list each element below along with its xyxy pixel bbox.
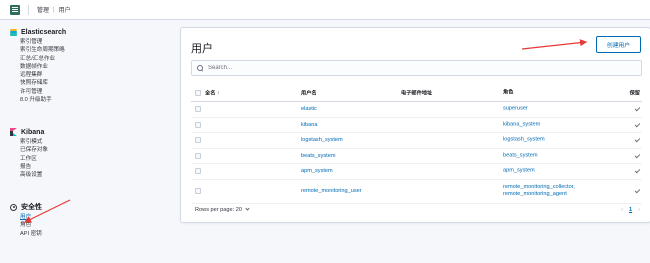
table-row: remote_monitoring_user remote_monitoring… xyxy=(191,180,642,204)
page-title: 用户 xyxy=(191,43,213,55)
pagination-next-button[interactable]: › xyxy=(638,207,640,213)
sidebar-item-roles[interactable]: 角色 xyxy=(10,221,42,229)
sidebar-section-elasticsearch: Elasticsearch 索引管理 索引生命周期策略 汇总/汇总作业 数据帧作… xyxy=(10,27,66,104)
menu-icon[interactable] xyxy=(10,4,20,15)
role-link[interactable]: beats_system xyxy=(503,152,538,159)
role-link[interactable]: kibana_system xyxy=(503,121,540,128)
top-bar: 管理 | 用户 xyxy=(0,0,650,20)
column-header-username[interactable]: 用户名 xyxy=(301,89,317,96)
divider xyxy=(28,4,29,15)
pagination: ‹ 1 › xyxy=(621,207,640,213)
sidebar-section-kibana: Kibana 索引模式 已保存对象 工作区 报告 高级设置 xyxy=(10,127,48,179)
search-input[interactable] xyxy=(208,65,628,71)
reserved-check-icon xyxy=(634,152,641,159)
role-link[interactable]: superuser xyxy=(503,106,528,113)
sidebar-item-remote-clusters[interactable]: 远程集群 xyxy=(10,71,66,79)
username-link[interactable]: beats_system xyxy=(301,153,336,159)
sidebar-section-title: 安全性 xyxy=(21,204,42,211)
sidebar-section-title: Elasticsearch xyxy=(21,28,67,36)
breadcrumb-management[interactable]: 管理 xyxy=(37,5,49,14)
role-list: remote_monitoring_collector, remote_moni… xyxy=(503,184,575,198)
role-link[interactable]: apm_system xyxy=(503,168,535,175)
pagination-page-button[interactable]: 1 xyxy=(629,207,632,213)
sidebar-item-index-patterns[interactable]: 索引模式 xyxy=(10,138,48,146)
sidebar-item-advanced-settings[interactable]: 高级设置 xyxy=(10,171,48,179)
sidebar-item-upgrade-assistant[interactable]: 8.0 升级助手 xyxy=(10,96,66,104)
sidebar-item-reporting[interactable]: 报告 xyxy=(10,163,48,171)
username-link[interactable]: remote_monitoring_user xyxy=(301,188,362,194)
row-checkbox[interactable] xyxy=(195,188,201,194)
sidebar-item-snapshot-repos[interactable]: 快照存储库 xyxy=(10,79,66,87)
sidebar-item-users[interactable]: 用户 xyxy=(10,213,42,221)
username-link[interactable]: kibana xyxy=(301,122,317,128)
search-icon xyxy=(197,65,203,71)
username-link[interactable]: logstash_system xyxy=(301,137,343,143)
breadcrumb-separator: | xyxy=(53,6,55,13)
breadcrumb-users: 用户 xyxy=(58,8,71,14)
chevron-down-icon xyxy=(245,206,250,211)
table-row: elastic superuser xyxy=(191,102,642,118)
sidebar-section-title: Kibana xyxy=(21,128,45,136)
column-header-reserved: 保留 xyxy=(629,90,640,96)
rows-per-page-label: Rows per page: 20 xyxy=(195,207,242,213)
role-link[interactable]: remote_monitoring_agent xyxy=(503,191,575,198)
create-user-button[interactable]: 创建用户 xyxy=(596,36,641,53)
column-header-roles: 角色 xyxy=(503,89,514,95)
table-row: apm_system apm_system xyxy=(191,164,642,180)
pagination-prev-button[interactable]: ‹ xyxy=(621,207,623,213)
select-all-checkbox[interactable] xyxy=(195,89,201,96)
sidebar: Elasticsearch 索引管理 索引生命周期策略 汇总/汇总作业 数据帧作… xyxy=(0,20,170,263)
username-link[interactable]: apm_system xyxy=(301,168,333,174)
reserved-check-icon xyxy=(634,187,641,194)
column-header-email[interactable]: 电子邮件地址 xyxy=(401,89,432,96)
users-table: 全名 ↑ 用户名 电子邮件地址 角色 保留 elastic superuser … xyxy=(191,84,642,204)
column-header-fullname[interactable]: 全名 ↑ xyxy=(205,89,219,96)
table-footer: Rows per page: 20 ‹ 1 › xyxy=(191,205,642,217)
sidebar-item-ilm-policies[interactable]: 索引生命周期策略 xyxy=(10,46,66,54)
table-row: logstash_system logstash_system xyxy=(191,133,642,149)
role-link[interactable]: logstash_system xyxy=(503,137,545,144)
table-row: beats_system beats_system xyxy=(191,149,642,164)
users-panel: 用户 创建用户 全名 ↑ 用户名 电子邮件地址 角色 保留 elastic su… xyxy=(180,27,650,223)
sidebar-item-api-keys[interactable]: API 密钥 xyxy=(10,230,42,238)
table-row: kibana kibana_system xyxy=(191,118,642,133)
row-checkbox[interactable] xyxy=(195,106,201,113)
username-link[interactable]: elastic xyxy=(301,106,317,112)
row-checkbox[interactable] xyxy=(195,168,201,175)
sidebar-item-saved-objects[interactable]: 已保存对象 xyxy=(10,146,48,154)
row-checkbox[interactable] xyxy=(195,137,201,144)
security-shield-icon xyxy=(10,203,17,211)
elasticsearch-logo-icon xyxy=(10,28,17,36)
kibana-logo-icon xyxy=(10,128,17,136)
sidebar-section-security: 安全性 用户 角色 API 密钥 xyxy=(10,202,42,238)
row-checkbox[interactable] xyxy=(195,152,201,159)
search-bar[interactable] xyxy=(191,60,642,76)
rows-per-page-select[interactable]: Rows per page: 20 xyxy=(195,206,250,213)
sidebar-item-index-management[interactable]: 索引管理 xyxy=(10,38,66,46)
sidebar-item-license-management[interactable]: 许可管理 xyxy=(10,88,66,96)
reserved-check-icon xyxy=(634,136,641,143)
row-checkbox[interactable] xyxy=(195,121,201,128)
reserved-check-icon xyxy=(634,167,641,174)
sidebar-item-rollup-jobs[interactable]: 汇总/汇总作业 xyxy=(10,55,66,63)
reserved-check-icon xyxy=(634,121,641,128)
role-link[interactable]: remote_monitoring_collector, xyxy=(503,184,575,191)
reserved-check-icon xyxy=(634,105,641,112)
sidebar-item-transforms[interactable]: 数据帧作业 xyxy=(10,63,66,71)
sidebar-item-spaces[interactable]: 工作区 xyxy=(10,155,48,163)
table-header: 全名 ↑ 用户名 电子邮件地址 角色 保留 xyxy=(191,84,642,102)
